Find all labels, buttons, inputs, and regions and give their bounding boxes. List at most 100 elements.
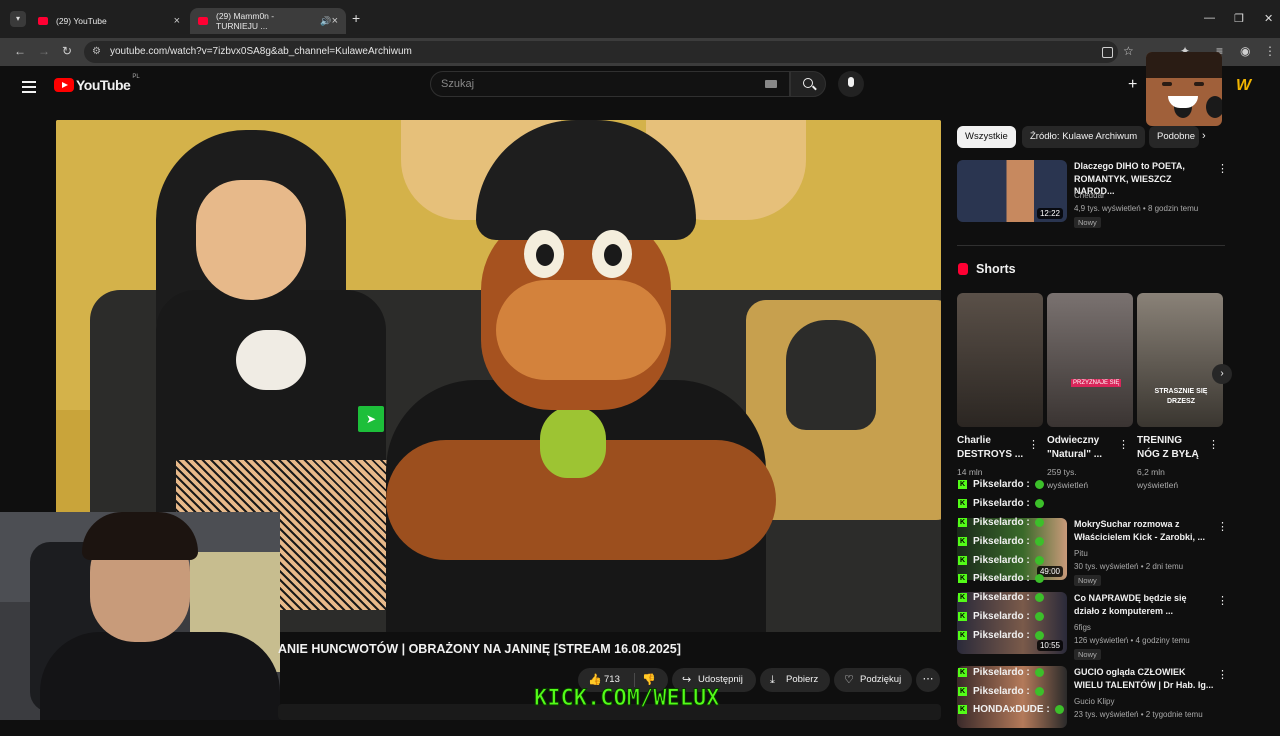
- rec-title[interactable]: MokrySuchar rozmowa z Właścicielem Kick …: [1074, 518, 1214, 543]
- emote-icon: [1034, 556, 1044, 565]
- maximize-button[interactable]: ❐: [1234, 12, 1244, 25]
- chip-all[interactable]: Wszystkie: [957, 126, 1016, 148]
- rec-meta: 30 tys. wyświetleń • 2 dni temu: [1074, 562, 1184, 571]
- tab-title: (29) Mamm0n - TURNIEJU ...: [216, 11, 275, 31]
- video-thumbnail[interactable]: 12:22: [957, 160, 1067, 222]
- rec-channel[interactable]: 6figs: [1074, 623, 1091, 632]
- download-label: Pobierz: [786, 674, 819, 685]
- emote-icon: [1054, 705, 1064, 714]
- short-thumbnail[interactable]: PRZYZNAJE SIĘ: [1047, 293, 1133, 427]
- voice-search-button[interactable]: [838, 71, 864, 97]
- url-text: youtube.com/watch?v=7izbvx0SA8g&ab_chann…: [110, 46, 412, 57]
- tab-search-button[interactable]: ▾: [10, 11, 26, 27]
- moose-snout: [496, 280, 666, 380]
- keyboard-icon[interactable]: [765, 80, 777, 88]
- thanks-heart-icon: ♡: [844, 674, 854, 686]
- speaker-icon[interactable]: 🔊: [320, 16, 331, 27]
- search-input[interactable]: Szukaj: [430, 71, 790, 97]
- hello-kitty-print: [236, 330, 306, 390]
- moose-eye-right: [592, 230, 632, 278]
- short-title[interactable]: Odwieczny "Natural" ...: [1047, 434, 1117, 462]
- short-title[interactable]: TRENING NÓG Z BYŁĄ: [1137, 434, 1207, 462]
- tab-title: (29) YouTube: [56, 16, 107, 26]
- like-count: 713: [604, 674, 620, 685]
- kick-icon: K: [958, 537, 967, 546]
- chat-message: K HONDAxDUDE :: [958, 704, 1064, 715]
- more-options-icon[interactable]: ⋮: [1217, 162, 1228, 175]
- shorts-heading-label: Shorts: [976, 262, 1016, 276]
- browser-tab-video[interactable]: (29) Mamm0n - TURNIEJU ... 🔊 ×: [190, 8, 346, 34]
- emote-icon: [1034, 687, 1044, 696]
- kick-icon: K: [958, 499, 967, 508]
- short-thumbnail[interactable]: [957, 293, 1043, 427]
- chat-message: K Pikselardo :: [958, 686, 1044, 697]
- kick-icon: K: [958, 518, 967, 527]
- new-badge: Nowy: [1074, 649, 1101, 660]
- short-views: 14 mln: [957, 467, 983, 477]
- more-actions-button[interactable]: ⋯: [916, 668, 940, 692]
- back-button[interactable]: ←: [14, 44, 26, 58]
- chevron-right-icon[interactable]: ›: [1202, 130, 1206, 142]
- recommended-video[interactable]: 12:22 Dlaczego DIHO to POETA, ROMANTYK, …: [957, 160, 1228, 230]
- short-views-unit: wyświetleń: [1047, 480, 1089, 490]
- rec-title[interactable]: Co NAPRAWDĘ będzie się działo z komputer…: [1074, 592, 1214, 617]
- shorts-heading: Shorts: [958, 262, 1016, 276]
- create-button[interactable]: +: [1128, 76, 1137, 94]
- download-button[interactable]: ⤓ Pobierz: [760, 668, 830, 692]
- minimize-button[interactable]: —: [1204, 12, 1215, 24]
- video-title: ANIE HUNCWOTÓW | OBRAŻONY NA JANINĘ [STR…: [278, 642, 681, 656]
- new-tab-button[interactable]: +: [352, 10, 360, 26]
- more-options-icon[interactable]: ⋮: [1217, 594, 1228, 607]
- more-options-icon[interactable]: ⋮: [1217, 668, 1228, 681]
- duration-label: 10:55: [1036, 640, 1063, 651]
- emote-icon: [1034, 537, 1044, 546]
- chat-message: K Pikselardo :: [958, 498, 1044, 509]
- emote-icon: [1034, 631, 1044, 640]
- browser-menu-icon[interactable]: ⋮: [1264, 44, 1276, 58]
- more-options-icon[interactable]: ⋮: [1118, 438, 1129, 451]
- chat-message: K Pikselardo :: [958, 555, 1044, 566]
- short-overlay-text: STRASZNIE SIĘ DRZESZ: [1154, 388, 1208, 405]
- rec-channel[interactable]: Gucio Klipy: [1074, 697, 1114, 706]
- girl-face: [196, 180, 306, 300]
- rec-channel[interactable]: Pitu: [1074, 549, 1088, 558]
- rec-title[interactable]: GUCIO ogląda CZŁOWIEK WIELU TALENTÓW | D…: [1074, 666, 1214, 691]
- logo-text: YouTube: [76, 77, 131, 93]
- chat-user: Pikselardo :: [973, 611, 1030, 622]
- chat-user: HONDAxDUDE :: [973, 704, 1050, 715]
- kick-overlay-text: KICK.COM/WELUX: [533, 686, 720, 712]
- search-button[interactable]: [790, 71, 826, 97]
- chip-similar[interactable]: Podobne: [1149, 126, 1199, 148]
- short-thumbnail[interactable]: STRASZNIE SIĘ DRZESZ: [1137, 293, 1223, 427]
- thanks-label: Podziękuj: [860, 674, 902, 685]
- more-options-icon[interactable]: ⋮: [1028, 438, 1039, 451]
- reload-button[interactable]: ↻: [62, 44, 72, 58]
- close-tab-icon[interactable]: ×: [332, 15, 338, 27]
- youtube-logo[interactable]: YouTube PL: [54, 74, 140, 93]
- close-tab-icon[interactable]: ×: [174, 15, 180, 27]
- more-options-icon[interactable]: ⋮: [1208, 438, 1219, 451]
- short-title[interactable]: Charlie DESTROYS ...: [957, 434, 1027, 462]
- video-illustration-owl: [786, 320, 876, 430]
- chip-source[interactable]: Źródło: Kulawe Archiwum: [1022, 126, 1146, 148]
- more-options-icon[interactable]: ⋮: [1217, 520, 1228, 533]
- new-badge: Nowy: [1074, 217, 1101, 228]
- chat-user: Pikselardo :: [973, 573, 1030, 584]
- url-field[interactable]: ⚙ youtube.com/watch?v=7izbvx0SA8g&ab_cha…: [84, 41, 1118, 63]
- short-views: 259 tys.: [1047, 467, 1077, 477]
- rec-meta: 126 wyświetleń • 4 godziny temu: [1074, 636, 1190, 645]
- shorts-next-button[interactable]: ›: [1212, 364, 1232, 384]
- profile-icon[interactable]: ◉: [1240, 44, 1250, 58]
- cast-icon[interactable]: [1102, 47, 1113, 58]
- address-toolbar: ← → ↻ ⚙ youtube.com/watch?v=7izbvx0SA8g&…: [0, 38, 1280, 66]
- rec-channel[interactable]: Cheddar: [1074, 191, 1105, 200]
- browser-tab-youtube[interactable]: (29) YouTube ×: [30, 8, 188, 34]
- new-badge: Nowy: [1074, 575, 1101, 586]
- menu-icon[interactable]: [22, 78, 36, 96]
- thanks-button[interactable]: ♡ Podziękuj: [834, 668, 912, 692]
- bookmark-star-icon[interactable]: ☆: [1123, 44, 1134, 58]
- site-info-icon[interactable]: ⚙: [92, 41, 101, 63]
- close-window-button[interactable]: ✕: [1264, 12, 1273, 25]
- forward-button[interactable]: →: [38, 44, 50, 58]
- kick-icon: K: [958, 574, 967, 583]
